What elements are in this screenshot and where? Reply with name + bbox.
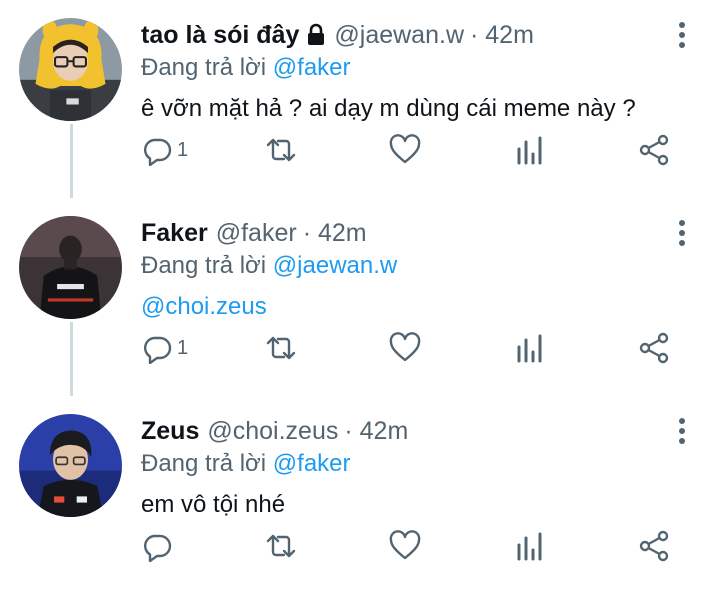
tweet[interactable]: Faker @faker · 42m Đang trả lời @jaewan.… — [0, 198, 720, 396]
replying-to-label: Đang trả lời — [141, 54, 267, 81]
avatar-image — [19, 414, 122, 517]
heart-icon — [389, 530, 421, 560]
reply-icon — [143, 336, 172, 364]
reply-count: 1 — [177, 138, 189, 161]
handle[interactable]: @choi.zeus — [207, 415, 338, 447]
handle[interactable]: @faker — [216, 217, 297, 249]
tweet-text[interactable]: @choi.zeus — [141, 291, 267, 323]
analytics-button[interactable] — [514, 328, 546, 368]
replying-to: Đang trả lời @faker — [141, 53, 351, 83]
retweet-icon — [266, 138, 296, 162]
reply-mention[interactable]: @faker — [273, 450, 351, 477]
tweet-text: ê vỡn mặt hả ? ai dạy m dùng cái meme nà… — [141, 95, 636, 122]
tweet-text: em vô tội nhé — [141, 491, 286, 518]
tweet[interactable]: tao là sói đây @jaewan.w · 42m Đang trả … — [0, 0, 720, 198]
tweet[interactable]: Zeus @choi.zeus · 42m Đang trả lời @fake… — [0, 396, 720, 594]
timestamp[interactable]: · 42m — [470, 19, 534, 51]
share-icon — [639, 332, 669, 364]
lock-icon — [306, 23, 326, 47]
avatar-image — [19, 18, 122, 121]
action-bar: 1 — [0, 328, 720, 368]
analytics-icon — [517, 136, 542, 165]
like-button[interactable] — [389, 130, 421, 170]
more-icon[interactable] — [678, 22, 686, 48]
timestamp[interactable]: · 42m — [344, 415, 408, 447]
replying-to-label: Đang trả lời — [141, 450, 267, 477]
action-bar: 1 — [0, 130, 720, 170]
share-icon — [639, 530, 669, 562]
analytics-button[interactable] — [514, 526, 546, 566]
replying-to-label: Đang trả lời — [141, 252, 267, 279]
share-button[interactable] — [638, 130, 670, 170]
more-icon[interactable] — [678, 418, 686, 444]
retweet-button[interactable] — [265, 526, 297, 566]
replying-to: Đang trả lời @faker — [141, 449, 351, 479]
retweet-icon — [266, 336, 296, 360]
like-button[interactable] — [389, 328, 421, 368]
more-icon[interactable] — [678, 220, 686, 246]
reply-button[interactable] — [141, 526, 173, 566]
heart-icon — [389, 134, 421, 164]
share-button[interactable] — [638, 526, 670, 566]
reply-icon — [143, 138, 172, 166]
heart-icon — [389, 332, 421, 362]
reply-button[interactable]: 1 — [141, 130, 188, 170]
reply-mention[interactable]: @faker — [273, 54, 351, 81]
display-name[interactable]: Faker — [141, 217, 208, 249]
analytics-icon — [517, 334, 542, 363]
timestamp[interactable]: · 42m — [303, 217, 367, 249]
action-bar — [0, 526, 720, 566]
like-button[interactable] — [389, 526, 421, 566]
avatar[interactable] — [19, 216, 122, 319]
retweet-icon — [266, 534, 296, 558]
analytics-button[interactable] — [514, 130, 546, 170]
share-icon — [639, 134, 669, 166]
reply-count: 1 — [177, 336, 189, 359]
display-name[interactable]: tao là sói đây — [141, 19, 299, 51]
retweet-button[interactable] — [265, 130, 297, 170]
handle[interactable]: @jaewan.w — [334, 19, 464, 51]
analytics-icon — [517, 532, 542, 561]
share-button[interactable] — [638, 328, 670, 368]
reply-icon — [143, 534, 172, 562]
display-name[interactable]: Zeus — [141, 415, 199, 447]
reply-button[interactable]: 1 — [141, 328, 188, 368]
replying-to: Đang trả lời @jaewan.w — [141, 251, 397, 281]
retweet-button[interactable] — [265, 328, 297, 368]
reply-mention[interactable]: @jaewan.w — [273, 252, 397, 279]
avatar-image — [19, 216, 122, 319]
avatar[interactable] — [19, 18, 122, 121]
avatar[interactable] — [19, 414, 122, 517]
